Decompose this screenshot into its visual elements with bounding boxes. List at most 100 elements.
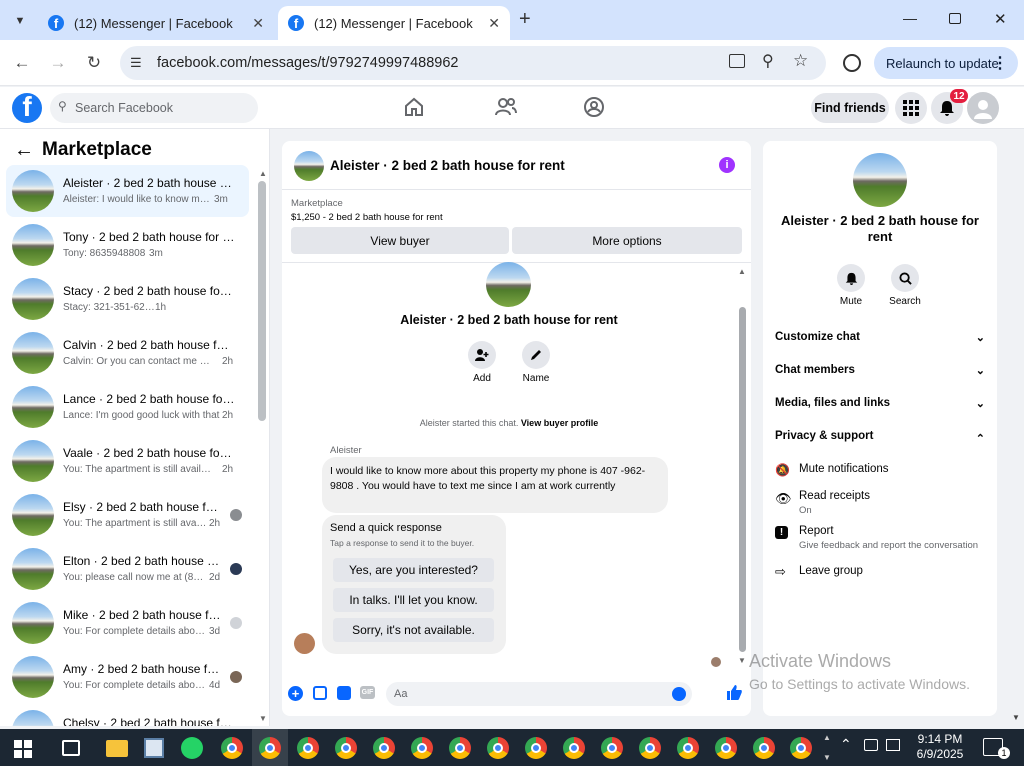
chat-scrollbar[interactable] (739, 307, 746, 652)
conversation-item[interactable]: Aleister · 2 bed 2 bath house for rent A… (6, 165, 249, 217)
meet-now-icon[interactable] (864, 739, 878, 751)
gif-button[interactable]: GIF (360, 686, 375, 699)
search-in-chat-button[interactable] (891, 264, 919, 292)
groups-nav-button[interactable] (583, 96, 605, 118)
chrome-icon[interactable] (449, 737, 471, 759)
scroll-up-icon[interactable]: ▲ (738, 267, 746, 276)
url-text[interactable]: facebook.com/messages/t/9792749997488962 (157, 55, 459, 71)
bookmark-star-icon[interactable]: ☆ (793, 51, 808, 71)
chrome-icon[interactable] (715, 737, 737, 759)
tab-search-button[interactable]: ▼ (8, 10, 32, 32)
scroll-down-icon[interactable]: ▼ (259, 714, 267, 723)
back-button[interactable]: ← (9, 50, 35, 76)
chrome-icon[interactable] (677, 737, 699, 759)
view-buyer-button[interactable]: View buyer (291, 227, 509, 254)
leave-group-item[interactable]: ⇨ Leave group (775, 564, 990, 579)
browser-tab[interactable]: f (12) Messenger | Facebook ✕ (38, 6, 274, 40)
taskbar-scroll-down-icon[interactable]: ▼ (823, 753, 831, 762)
friends-nav-button[interactable] (494, 96, 518, 118)
conversation-item[interactable]: Elsy · 2 bed 2 bath house for rent You: … (6, 489, 249, 541)
chrome-icon[interactable] (221, 737, 243, 759)
listing-price-title[interactable]: $1,250 - 2 bed 2 bath house for rent (291, 212, 443, 223)
network-icon[interactable] (886, 739, 900, 751)
install-app-icon[interactable] (729, 54, 745, 68)
customize-chat-section[interactable]: Customize chat ⌄ (775, 331, 985, 344)
mute-notifications-item[interactable]: 🔕 Mute notifications (775, 463, 990, 477)
quick-reply-button[interactable]: Yes, are you interested? (333, 558, 494, 582)
like-button[interactable] (726, 684, 743, 706)
more-options-button[interactable]: More options (512, 227, 742, 254)
start-button[interactable] (14, 740, 32, 758)
sidebar-scrollbar[interactable] (258, 181, 266, 421)
chrome-icon[interactable] (335, 737, 357, 759)
conversation-item[interactable]: Lance · 2 bed 2 bath house for rent Lanc… (6, 381, 249, 433)
conversation-item[interactable]: Calvin · 2 bed 2 bath house for rent Cal… (6, 327, 249, 379)
profile-avatar[interactable] (486, 262, 531, 307)
relaunch-to-update-button[interactable]: Relaunch to update ⋮ (874, 47, 1018, 79)
read-receipts-item[interactable]: 👁 Read receipts On (775, 490, 990, 516)
chat-header-avatar[interactable] (294, 151, 324, 181)
mute-button[interactable] (837, 264, 865, 292)
address-bar[interactable]: ☰ facebook.com/messages/t/97927499974889… (120, 46, 826, 80)
new-tab-button[interactable]: + (519, 8, 531, 31)
conversation-item[interactable]: Chelsy · 2 bed 2 bath house for rent (6, 705, 249, 726)
scroll-up-icon[interactable]: ▲ (259, 169, 267, 178)
find-friends-button[interactable]: Find friends (811, 93, 889, 123)
restore-button[interactable] (949, 13, 961, 24)
quick-reply-button[interactable]: Sorry, it's not available. (333, 618, 494, 642)
file-explorer-icon[interactable] (106, 740, 128, 757)
profile-icon[interactable] (843, 54, 861, 72)
chat-header-title[interactable]: Aleister · 2 bed 2 bath house for rent (330, 158, 565, 173)
zoom-icon[interactable]: ⚲ (762, 51, 774, 71)
media-files-links-section[interactable]: Media, files and links ⌄ (775, 397, 985, 410)
conversation-item[interactable]: Tony · 2 bed 2 bath house for rent Tony:… (6, 219, 249, 271)
chrome-icon[interactable] (790, 737, 812, 759)
report-item[interactable]: ! Report Give feedback and report the co… (775, 525, 990, 551)
chrome-icon[interactable] (525, 737, 547, 759)
attach-photo-button[interactable] (313, 686, 327, 700)
conversation-item[interactable]: Stacy · 2 bed 2 bath house for rent Stac… (6, 273, 249, 325)
home-nav-button[interactable] (403, 96, 425, 118)
chrome-icon[interactable] (373, 737, 395, 759)
chrome-icon[interactable] (259, 737, 281, 759)
info-avatar[interactable] (853, 153, 907, 207)
taskbar-scroll-up-icon[interactable]: ▲ (823, 733, 831, 742)
forward-button[interactable]: → (45, 50, 71, 76)
chrome-icon[interactable] (601, 737, 623, 759)
chrome-icon[interactable] (411, 737, 433, 759)
chat-members-section[interactable]: Chat members ⌄ (775, 364, 985, 377)
reload-button[interactable]: ↻ (81, 50, 107, 76)
account-avatar[interactable] (967, 92, 999, 124)
facebook-logo-icon[interactable]: f (12, 93, 42, 123)
close-tab-icon[interactable]: ✕ (488, 15, 500, 32)
conversation-info-button[interactable]: i (719, 157, 735, 173)
whatsapp-icon[interactable] (181, 737, 203, 759)
back-arrow-icon[interactable]: ← (14, 139, 34, 162)
browser-tab-active[interactable]: f (12) Messenger | Facebook ✕ (278, 6, 510, 40)
add-people-button[interactable] (468, 341, 496, 369)
chrome-icon[interactable] (753, 737, 775, 759)
chrome-icon[interactable] (297, 737, 319, 759)
taskbar-clock[interactable]: 9:14 PM 6/9/2025 (905, 732, 975, 762)
name-chat-button[interactable] (522, 341, 550, 369)
minimize-button[interactable]: — (903, 10, 917, 26)
scroll-down-icon[interactable]: ▼ (738, 656, 746, 665)
system-tray-chevron-icon[interactable]: ⌃ (840, 736, 852, 753)
menu-button[interactable] (895, 92, 927, 124)
message-input[interactable]: Aa (386, 682, 692, 706)
site-info-icon[interactable]: ☰ (130, 55, 142, 71)
conversation-item[interactable]: Vaale · 2 bed 2 bath house for rent You:… (6, 435, 249, 487)
conversation-item[interactable]: Amy · 2 bed 2 bath house for rent You: F… (6, 651, 249, 703)
quick-reply-button[interactable]: In talks. I'll let you know. (333, 588, 494, 612)
sender-avatar[interactable] (294, 633, 315, 654)
more-actions-button[interactable]: + (288, 686, 303, 701)
privacy-support-section[interactable]: Privacy & support ⌃ (775, 430, 985, 445)
page-scroll-down-icon[interactable]: ▼ (1012, 713, 1020, 722)
sticker-button[interactable] (337, 686, 351, 700)
view-buyer-profile-link[interactable]: View buyer profile (521, 418, 598, 428)
chrome-icon[interactable] (487, 737, 509, 759)
facebook-search-input[interactable]: ⚲ Search Facebook (50, 93, 258, 123)
photo-app-icon[interactable] (144, 738, 164, 758)
conversation-item[interactable]: Mike · 2 bed 2 bath house for rent You: … (6, 597, 249, 649)
chrome-icon[interactable] (639, 737, 661, 759)
